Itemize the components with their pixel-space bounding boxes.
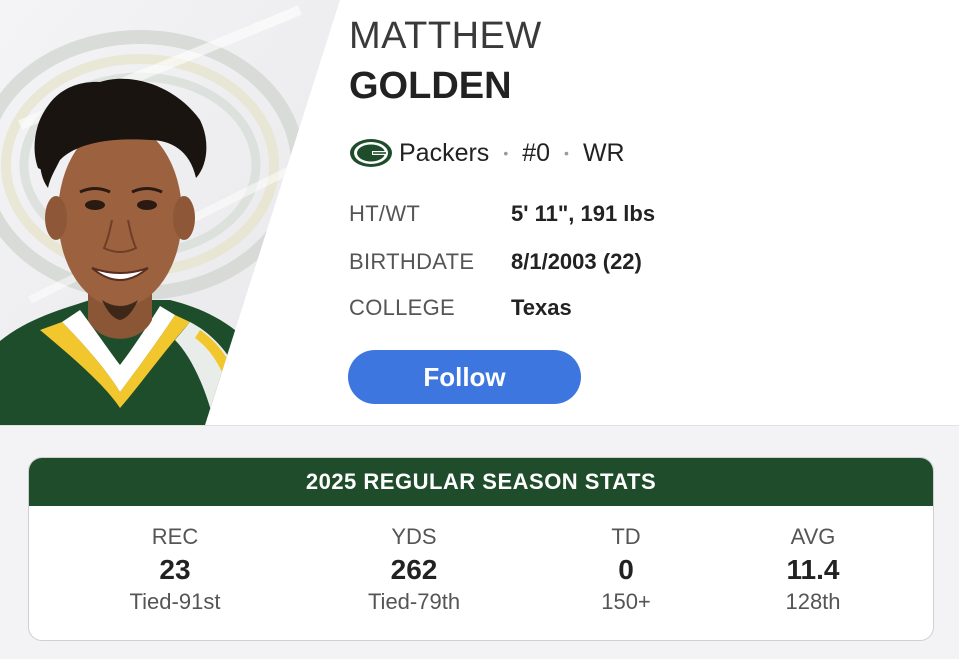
separator-dot: • bbox=[503, 145, 509, 161]
stat-column-rec: REC 23 Tied-91st bbox=[75, 524, 275, 616]
stat-column-avg: AVG 11.4 128th bbox=[713, 524, 913, 616]
bio-row-college: COLLEGE Texas bbox=[349, 293, 572, 323]
team-name[interactable]: Packers bbox=[399, 139, 489, 168]
stat-label: YDS bbox=[391, 524, 437, 549]
bio-value: 5' 11", 191 lbs bbox=[511, 201, 656, 226]
bio-row-height-weight: HT/WT 5' 11", 191 lbs bbox=[349, 199, 655, 229]
packers-g-logo-icon[interactable] bbox=[349, 138, 393, 168]
stat-column-yds: YDS 262 Tied-79th bbox=[314, 524, 514, 616]
player-first-name: MATTHEW bbox=[349, 15, 542, 57]
stat-rank: Tied-91st bbox=[129, 589, 221, 614]
season-stats-card: 2025 REGULAR SEASON STATS REC 23 Tied-91… bbox=[28, 457, 934, 641]
stat-value: 23 bbox=[159, 554, 191, 585]
player-position: WR bbox=[582, 138, 625, 167]
follow-button[interactable]: Follow bbox=[348, 350, 581, 404]
jersey-number: #0 bbox=[522, 138, 551, 167]
stat-label: REC bbox=[151, 524, 199, 549]
player-last-name: GOLDEN bbox=[349, 65, 512, 107]
bio-label: BIRTHDATE bbox=[349, 249, 475, 274]
stats-grid: REC 23 Tied-91st YDS 262 Tied-79th TD 0 … bbox=[29, 506, 933, 640]
bio-value: 8/1/2003 (22) bbox=[511, 249, 642, 274]
stat-rank: 150+ bbox=[601, 589, 651, 614]
stat-column-td: TD 0 150+ bbox=[526, 524, 726, 616]
stat-value: 0 bbox=[618, 554, 634, 585]
stats-card-title: 2025 REGULAR SEASON STATS bbox=[29, 458, 933, 506]
bio-label: HT/WT bbox=[349, 201, 421, 226]
stat-value: 11.4 bbox=[786, 554, 840, 585]
team-info-row: Packers • #0 • WR bbox=[349, 135, 625, 171]
stat-rank: 128th bbox=[785, 589, 841, 614]
separator-dot: • bbox=[564, 145, 569, 161]
player-header: MATTHEW GOLDEN Packers • #0 • WR HT/WT 5… bbox=[0, 0, 959, 426]
bio-row-birthdate: BIRTHDATE 8/1/2003 (22) bbox=[349, 247, 642, 277]
stat-rank: Tied-79th bbox=[367, 589, 461, 614]
bio-value: Texas bbox=[511, 295, 572, 320]
stat-label: TD bbox=[611, 524, 641, 549]
stat-value: 262 bbox=[390, 554, 438, 585]
bio-label: COLLEGE bbox=[349, 295, 456, 320]
stat-label: AVG bbox=[790, 524, 836, 549]
